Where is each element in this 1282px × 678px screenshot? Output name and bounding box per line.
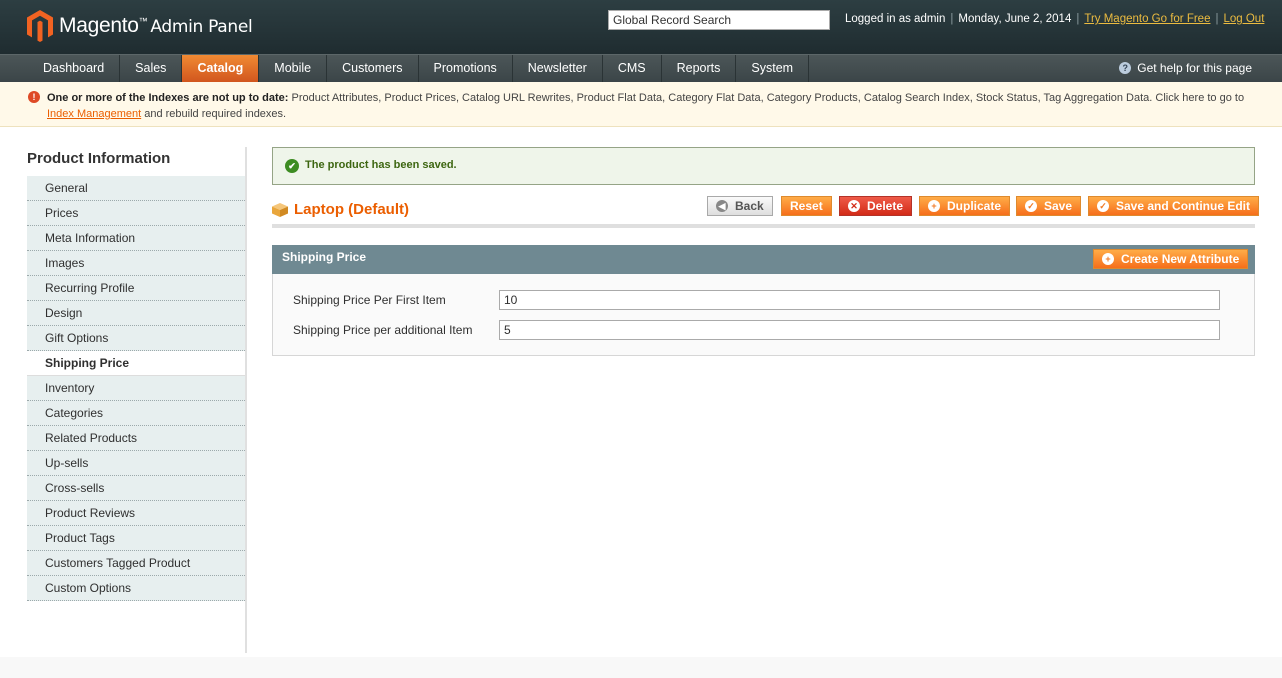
- nav-item-promotions[interactable]: Promotions: [419, 55, 513, 82]
- sidebar-tab-inventory[interactable]: Inventory: [27, 376, 245, 401]
- logged-in-text: Logged in as admin: [845, 13, 946, 25]
- duplicate-button[interactable]: + Duplicate: [919, 196, 1011, 216]
- logo-text: Magento™ Admin Panel: [59, 14, 253, 37]
- fieldset-legend: Shipping Price: [282, 250, 367, 264]
- shipping-price-fieldset: Shipping Price Per First Item Shipping P…: [272, 274, 1255, 356]
- sidebar-tab-up-sells[interactable]: Up-sells: [27, 451, 245, 476]
- sidebar-tab-cross-sells[interactable]: Cross-sells: [27, 476, 245, 501]
- sidebar-tab-product-reviews[interactable]: Product Reviews: [27, 501, 245, 526]
- try-magento-link[interactable]: Try Magento Go for Free: [1084, 13, 1210, 25]
- save-label: Save: [1044, 199, 1073, 213]
- nav-item-cms[interactable]: CMS: [603, 55, 662, 82]
- create-attribute-button[interactable]: + Create New Attribute: [1093, 249, 1249, 269]
- nav-item-catalog[interactable]: Catalog: [182, 55, 260, 82]
- delete-button[interactable]: ✕ Delete: [839, 196, 913, 216]
- help-link[interactable]: ? Get help for this page: [1119, 61, 1252, 75]
- nav-item-mobile[interactable]: Mobile: [259, 55, 328, 82]
- sidebar-tab-related-products[interactable]: Related Products: [27, 426, 245, 451]
- form-row: Shipping Price Per First Item: [293, 290, 1220, 310]
- index-management-link[interactable]: Index Management: [47, 108, 141, 120]
- product-title: Laptop (Default): [272, 201, 409, 218]
- delete-x-icon: ✕: [848, 200, 860, 212]
- additional-item-price-input[interactable]: [499, 320, 1220, 340]
- nav-item-reports[interactable]: Reports: [662, 55, 737, 82]
- check-icon: ✔: [285, 159, 299, 173]
- success-message: ✔ The product has been saved.: [272, 147, 1255, 185]
- reset-button[interactable]: Reset: [781, 196, 832, 216]
- nav-menu: Dashboard Sales Catalog Mobile Customers Prom…: [28, 55, 810, 82]
- content-header: Laptop (Default) ◀ Back Reset ✕ Delete + Du…: [272, 195, 1260, 228]
- nav-item-dashboard[interactable]: Dashboard: [28, 55, 121, 82]
- sidebar-title: Product Information: [27, 150, 171, 167]
- success-text: The product has been saved.: [305, 159, 457, 171]
- sidebar-tabs: General Prices Meta Information Images Recur…: [27, 176, 245, 601]
- nav-item-newsletter[interactable]: Newsletter: [513, 55, 603, 82]
- help-icon: ?: [1119, 62, 1132, 74]
- form-row: Shipping Price per additional Item: [293, 320, 1220, 340]
- sidebar-tab-custom-options[interactable]: Custom Options: [27, 576, 245, 601]
- notice-tail: and rebuild required indexes.: [141, 108, 287, 120]
- sidebar-tab-images[interactable]: Images: [27, 251, 245, 276]
- sidebar-tab-customers-tagged-product[interactable]: Customers Tagged Product: [27, 551, 245, 576]
- back-label: Back: [735, 199, 764, 213]
- sidebar-tab-categories[interactable]: Categories: [27, 401, 245, 426]
- sidebar-tab-recurring-profile[interactable]: Recurring Profile: [27, 276, 245, 301]
- global-search-input[interactable]: [608, 10, 830, 30]
- nav-item-system[interactable]: System: [736, 55, 810, 82]
- save-button[interactable]: ✓ Save: [1016, 196, 1082, 216]
- product-title-text: Laptop (Default): [294, 201, 409, 218]
- sidebar-tab-gift-options[interactable]: Gift Options: [27, 326, 245, 351]
- logout-link[interactable]: Log Out: [1223, 13, 1264, 25]
- nav-item-customers[interactable]: Customers: [327, 55, 419, 82]
- check-icon: ✓: [1025, 200, 1037, 212]
- delete-label: Delete: [867, 199, 904, 213]
- notice-bold: One or more of the Indexes are not up to…: [47, 92, 289, 104]
- first-item-price-input[interactable]: [499, 290, 1220, 310]
- error-icon: !: [28, 91, 40, 103]
- plus-icon: +: [1102, 253, 1114, 265]
- date-text: Monday, June 2, 2014: [958, 13, 1072, 25]
- help-text: Get help for this page: [1137, 61, 1252, 75]
- fieldset-header: Shipping Price + Create New Attribute: [272, 245, 1255, 274]
- first-item-label: Shipping Price Per First Item: [293, 293, 446, 307]
- back-arrow-icon: ◀: [716, 200, 728, 212]
- magento-logo-icon: [27, 10, 53, 42]
- back-button[interactable]: ◀ Back: [707, 196, 773, 216]
- plus-icon: +: [928, 200, 940, 212]
- nav-item-sales[interactable]: Sales: [120, 55, 183, 82]
- sidebar-tab-prices[interactable]: Prices: [27, 201, 245, 226]
- sidebar-tab-general[interactable]: General: [27, 176, 245, 201]
- header: Magento™Admin Panel Logged in as admin|M…: [0, 0, 1282, 54]
- create-attribute-label: Create New Attribute: [1121, 252, 1240, 266]
- reset-label: Reset: [790, 199, 823, 213]
- magento-logo[interactable]: Magento™ Admin Panel: [27, 10, 253, 42]
- duplicate-label: Duplicate: [947, 199, 1002, 213]
- sidebar-tab-shipping-price[interactable]: Shipping Price: [27, 351, 245, 376]
- additional-item-label: Shipping Price per additional Item: [293, 323, 473, 337]
- product-box-icon: [272, 202, 288, 217]
- sidebar-tab-product-tags[interactable]: Product Tags: [27, 526, 245, 551]
- sidebar-tab-meta-information[interactable]: Meta Information: [27, 226, 245, 251]
- sidebar-tab-design[interactable]: Design: [27, 301, 245, 326]
- header-links: Logged in as admin | Monday, June 2, 2014 |…: [845, 13, 1265, 25]
- main-nav: Dashboard Sales Catalog Mobile Customers Prom…: [0, 54, 1282, 82]
- product-info-sidebar: Product Information General Prices Meta In…: [27, 147, 247, 653]
- notice-text: Product Attributes, Product Prices, Cata…: [288, 92, 1245, 104]
- footer: [0, 657, 1282, 678]
- save-continue-button[interactable]: ✓ Save and Continue Edit: [1088, 196, 1260, 216]
- save-continue-label: Save and Continue Edit: [1116, 199, 1251, 213]
- check-icon: ✓: [1097, 200, 1109, 212]
- index-notice: ! One or more of the Indexes are not up …: [0, 82, 1282, 127]
